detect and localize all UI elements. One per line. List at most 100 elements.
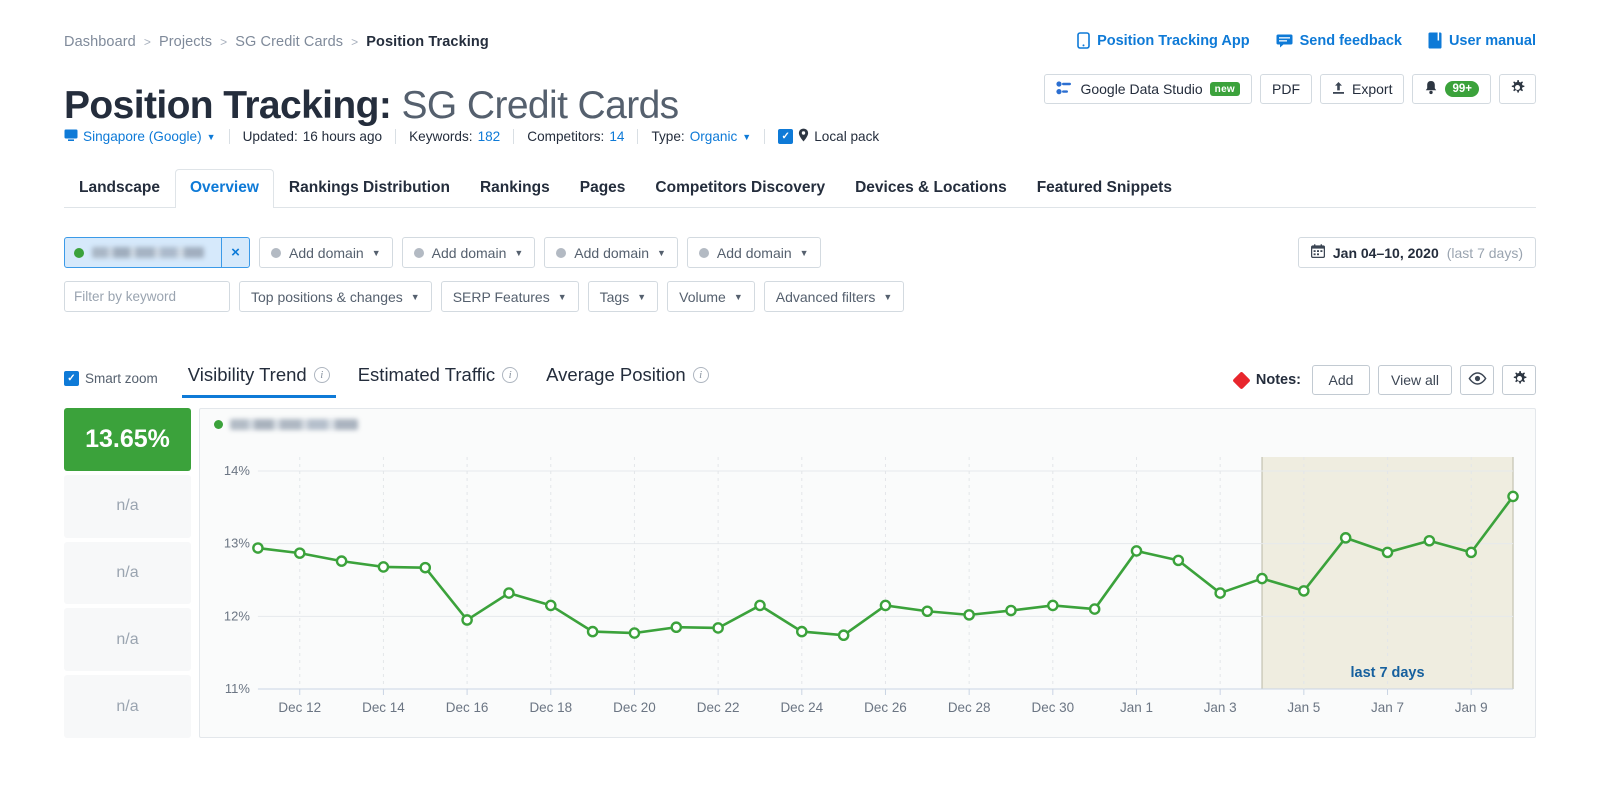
filter-advanced[interactable]: Advanced filters ▼ xyxy=(764,281,905,312)
chart-tab-estimated-traffic[interactable]: Estimated Traffic i xyxy=(344,362,532,398)
svg-text:Jan 1: Jan 1 xyxy=(1120,700,1153,715)
smart-zoom-toggle[interactable]: ✓ Smart zoom xyxy=(64,371,158,386)
stat-competitor-3: n/a xyxy=(64,608,191,671)
add-domain-label: Add domain xyxy=(717,245,792,261)
tab-devices-locations[interactable]: Devices & Locations xyxy=(840,169,1022,207)
tab-competitors-discovery[interactable]: Competitors Discovery xyxy=(640,169,840,207)
send-feedback-link[interactable]: Send feedback xyxy=(1276,33,1402,49)
svg-text:13%: 13% xyxy=(224,536,250,551)
tab-rankings[interactable]: Rankings xyxy=(465,169,565,207)
desktop-icon xyxy=(64,129,78,145)
svg-text:Dec 30: Dec 30 xyxy=(1031,700,1074,715)
svg-text:Dec 12: Dec 12 xyxy=(278,700,321,715)
tab-rankings-distribution[interactable]: Rankings Distribution xyxy=(274,169,465,207)
local-pack-toggle[interactable]: ✓ Local pack xyxy=(765,128,892,145)
page-title: Position Tracking: SG Credit Cards xyxy=(64,84,679,128)
chart-settings-button[interactable] xyxy=(1502,365,1536,395)
chevron-down-icon: ▼ xyxy=(742,132,751,142)
filter-row: Top positions & changes ▼ SERP Features … xyxy=(64,281,904,312)
stat-column: 13.65% n/a n/a n/a n/a xyxy=(64,408,191,738)
svg-text:Dec 24: Dec 24 xyxy=(780,700,823,715)
add-domain-chip-3[interactable]: Add domain ▼ xyxy=(544,237,678,268)
filter-tags[interactable]: Tags ▼ xyxy=(588,281,659,312)
selected-domain-chip[interactable]: × xyxy=(64,237,250,268)
tab-landscape[interactable]: Landscape xyxy=(64,169,175,207)
chevron-down-icon: ▼ xyxy=(637,292,646,302)
chevron-down-icon: ▼ xyxy=(883,292,892,302)
add-domain-label: Add domain xyxy=(574,245,649,261)
keywords-label: Keywords: xyxy=(409,129,472,144)
add-domain-chip-2[interactable]: Add domain ▼ xyxy=(402,237,536,268)
add-domain-label: Add domain xyxy=(432,245,507,261)
user-manual-link[interactable]: User manual xyxy=(1428,32,1536,49)
competitors-value[interactable]: 14 xyxy=(609,129,624,144)
notes-visibility-button[interactable] xyxy=(1460,365,1494,395)
settings-button[interactable] xyxy=(1499,74,1536,104)
stat-competitor-4: n/a xyxy=(64,675,191,738)
notifications-button[interactable]: 99+ xyxy=(1412,74,1491,104)
keywords-value[interactable]: 182 xyxy=(478,129,501,144)
svg-text:Jan 5: Jan 5 xyxy=(1287,700,1320,715)
svg-text:14%: 14% xyxy=(224,463,250,478)
chat-icon xyxy=(1276,33,1293,48)
filter-label: Top positions & changes xyxy=(251,289,403,305)
domain-chips: × Add domain ▼ Add domain ▼ Add domain ▼… xyxy=(64,237,821,268)
breadcrumb-item-current: Position Tracking xyxy=(366,34,489,50)
bell-icon xyxy=(1424,80,1438,98)
type-selector[interactable]: Type: Organic ▼ xyxy=(638,129,764,144)
export-label: Export xyxy=(1352,81,1392,97)
tab-featured-snippets[interactable]: Featured Snippets xyxy=(1022,169,1187,207)
search-input[interactable] xyxy=(65,282,230,311)
filter-top-positions[interactable]: Top positions & changes ▼ xyxy=(239,281,432,312)
page-title-project: SG Credit Cards xyxy=(402,84,679,127)
svg-text:Dec 28: Dec 28 xyxy=(948,700,991,715)
breadcrumb-separator-icon: > xyxy=(220,35,227,49)
breadcrumb-item-project[interactable]: SG Credit Cards xyxy=(235,34,343,50)
breadcrumb-item-projects[interactable]: Projects xyxy=(159,34,212,50)
meta-bar: Singapore (Google) ▼ Updated: 16 hours a… xyxy=(64,128,892,145)
chart-body: 13.65% n/a n/a n/a n/a last 7 days11%12%… xyxy=(64,408,1536,738)
svg-text:12%: 12% xyxy=(224,608,250,623)
local-pack-checkbox[interactable]: ✓ xyxy=(778,129,793,144)
date-range-picker[interactable]: Jan 04–10, 2020 (last 7 days) xyxy=(1298,237,1536,268)
info-icon[interactable]: i xyxy=(314,367,330,383)
domain-color-dot xyxy=(414,248,424,258)
add-domain-chip-4[interactable]: Add domain ▼ xyxy=(687,237,821,268)
filter-serp-features[interactable]: SERP Features ▼ xyxy=(441,281,579,312)
visibility-trend-chart: last 7 days11%12%13%14%Dec 12Dec 14Dec 1… xyxy=(200,409,1535,737)
svg-text:11%: 11% xyxy=(225,681,250,696)
selected-domain-label-redacted xyxy=(92,247,204,258)
export-icon xyxy=(1332,81,1345,98)
remove-domain-icon[interactable]: × xyxy=(221,238,249,267)
position-tracking-app-link[interactable]: Position Tracking App xyxy=(1077,32,1250,49)
type-value: Organic xyxy=(690,129,738,144)
tab-overview[interactable]: Overview xyxy=(175,169,274,207)
filter-volume[interactable]: Volume ▼ xyxy=(667,281,755,312)
google-data-studio-button[interactable]: Google Data Studio new xyxy=(1044,74,1252,104)
smart-zoom-checkbox[interactable]: ✓ xyxy=(64,371,79,386)
chart-header: ✓ Smart zoom Visibility Trend i Estimate… xyxy=(64,362,1536,408)
info-icon[interactable]: i xyxy=(502,367,518,383)
stat-competitor-2: n/a xyxy=(64,542,191,605)
notifications-count-badge: 99+ xyxy=(1445,81,1479,97)
chart-tab-average-position[interactable]: Average Position i xyxy=(532,362,723,398)
chart-tabs: Visibility Trend i Estimated Traffic i A… xyxy=(174,362,723,398)
page-title-prefix: Position Tracking: xyxy=(64,84,402,127)
chart-tab-visibility-trend[interactable]: Visibility Trend i xyxy=(174,362,344,398)
notes-view-all-button[interactable]: View all xyxy=(1378,365,1452,395)
add-domain-chip-1[interactable]: Add domain ▼ xyxy=(259,237,393,268)
chart-tab-label: Average Position xyxy=(546,364,686,386)
breadcrumb-item-dashboard[interactable]: Dashboard xyxy=(64,34,136,50)
export-button[interactable]: Export xyxy=(1320,74,1404,104)
tab-pages[interactable]: Pages xyxy=(565,169,641,207)
keyword-filter[interactable] xyxy=(64,281,230,312)
location-selector[interactable]: Singapore (Google) ▼ xyxy=(64,129,229,145)
chart-tab-label: Estimated Traffic xyxy=(358,364,495,386)
type-label: Type: xyxy=(651,129,684,144)
notes-add-button[interactable]: Add xyxy=(1312,365,1370,395)
plot-area[interactable]: last 7 days11%12%13%14%Dec 12Dec 14Dec 1… xyxy=(199,408,1536,738)
pdf-label: PDF xyxy=(1272,81,1300,97)
info-icon[interactable]: i xyxy=(693,367,709,383)
pdf-button[interactable]: PDF xyxy=(1260,74,1312,104)
breadcrumb-separator-icon: > xyxy=(351,35,358,49)
